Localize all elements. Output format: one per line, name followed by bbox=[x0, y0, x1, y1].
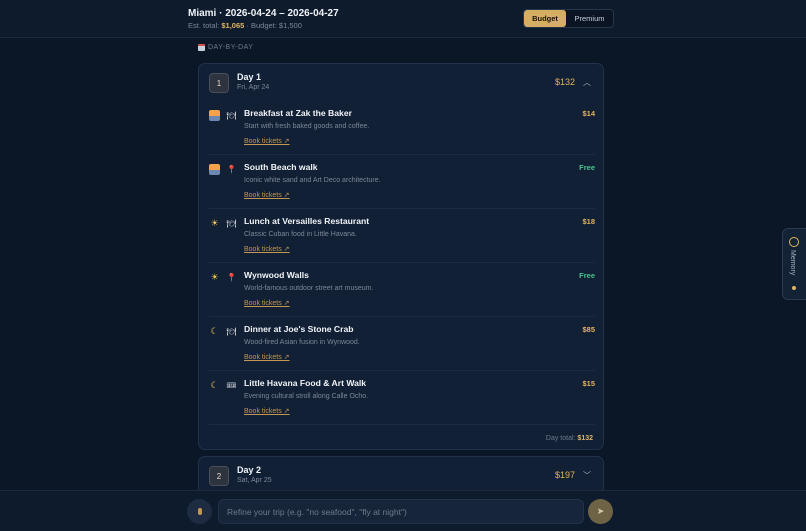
chevron-down-icon[interactable]: ﹀ bbox=[583, 470, 591, 481]
trip-summary: Est. total: $1,065 · Budget: $1,500 bbox=[188, 21, 302, 30]
activity-item: ☀ 📍 Wynwood Walls World-famous outdoor s… bbox=[209, 263, 595, 317]
book-tickets-link[interactable]: Book tickets ↗ bbox=[244, 137, 290, 145]
day-cost: $132 bbox=[554, 77, 575, 87]
book-tickets-link[interactable]: Book tickets ↗ bbox=[244, 245, 290, 253]
premium-option[interactable]: Premium bbox=[566, 10, 613, 27]
ticket-icon: 🎟 bbox=[226, 381, 237, 390]
book-tickets-link[interactable]: Book tickets ↗ bbox=[244, 407, 290, 415]
trip-title: Miami · 2026-04-24 – 2026-04-27 bbox=[188, 8, 339, 19]
calendar-icon bbox=[198, 44, 205, 51]
day-date: Fri, Apr 24 bbox=[237, 84, 270, 91]
activity-item: ☾ 🍽 Dinner at Joe's Stone Crab Wood-fire… bbox=[209, 317, 595, 371]
send-icon: ➤ bbox=[596, 506, 605, 516]
top-bar: Miami · 2026-04-24 – 2026-04-27 Est. tot… bbox=[0, 0, 806, 38]
memory-icon bbox=[789, 237, 799, 247]
dining-icon: 🍽 bbox=[226, 219, 237, 228]
activity-description: Evening cultural stroll along Calle Ocho… bbox=[244, 393, 369, 400]
activity-description: World-famous outdoor street art museum. bbox=[244, 285, 374, 292]
activity-price: $18 bbox=[582, 217, 595, 226]
activity-title: Dinner at Joe's Stone Crab bbox=[244, 324, 354, 334]
book-tickets-link[interactable]: Book tickets ↗ bbox=[244, 353, 290, 361]
activity-description: Iconic white sand and Art Deco architect… bbox=[244, 177, 381, 184]
activity-title: Breakfast at Zak the Baker bbox=[244, 108, 352, 118]
day-number-badge: 1 bbox=[209, 73, 229, 93]
pin-icon: 📍 bbox=[226, 273, 237, 282]
memory-label: Memory bbox=[789, 250, 796, 276]
sunrise-icon bbox=[209, 110, 220, 121]
activity-item: 🍽 Breakfast at Zak the Baker Start with … bbox=[209, 101, 595, 155]
microphone-icon bbox=[197, 508, 202, 515]
day-total: Day total: $132 bbox=[546, 435, 593, 442]
status-dot-icon bbox=[792, 286, 796, 290]
refine-trip-input[interactable] bbox=[218, 499, 584, 524]
budget-premium-toggle[interactable]: Budget Premium bbox=[523, 9, 614, 28]
section-label: DAY-BY-DAY bbox=[198, 44, 253, 51]
bottom-bar: ➤ bbox=[0, 490, 806, 531]
activity-description: Wood-fired Asian fusion in Wynwood. bbox=[244, 339, 360, 346]
budget-label: · Budget: $1,500 bbox=[246, 21, 302, 30]
activity-price: Free bbox=[579, 271, 595, 280]
pin-icon: 📍 bbox=[226, 165, 237, 174]
activity-title: Lunch at Versailles Restaurant bbox=[244, 216, 370, 226]
sun-icon: ☀ bbox=[210, 218, 219, 228]
activity-price: $14 bbox=[582, 109, 595, 118]
sunrise-icon bbox=[209, 164, 220, 175]
memory-tab[interactable]: Memory bbox=[782, 228, 806, 300]
day-total-value: $132 bbox=[577, 435, 593, 442]
activity-price: $15 bbox=[582, 379, 595, 388]
activity-price: Free bbox=[579, 163, 595, 172]
section-label-text: DAY-BY-DAY bbox=[208, 44, 254, 51]
sun-icon: ☀ bbox=[210, 272, 219, 282]
day-number-badge: 2 bbox=[209, 466, 229, 486]
budget-option[interactable]: Budget bbox=[524, 10, 566, 27]
activity-description: Classic Cuban food in Little Havana. bbox=[244, 231, 357, 238]
activity-item: ☀ 🍽 Lunch at Versailles Restaurant Class… bbox=[209, 209, 595, 263]
activity-item: 📍 South Beach walk Iconic white sand and… bbox=[209, 155, 595, 209]
dining-icon: 🍽 bbox=[226, 111, 237, 120]
day-card-1: 1 Day 1 Fri, Apr 24 $132 ︿ 🍽 Breakfast a… bbox=[198, 63, 604, 450]
day-name: Day 2 bbox=[237, 465, 262, 475]
activity-price: $85 bbox=[582, 325, 595, 334]
est-total-value: $1,065 bbox=[221, 21, 245, 30]
activity-title: Little Havana Food & Art Walk bbox=[244, 378, 367, 388]
activity-item: ☾ 🎟 Little Havana Food & Art Walk Evenin… bbox=[209, 371, 595, 425]
book-tickets-link[interactable]: Book tickets ↗ bbox=[244, 191, 290, 199]
activity-title: South Beach walk bbox=[244, 162, 318, 172]
est-total-label: Est. total: bbox=[188, 21, 220, 30]
send-button[interactable]: ➤ bbox=[588, 499, 613, 524]
book-tickets-link[interactable]: Book tickets ↗ bbox=[244, 299, 290, 307]
day-date: Sat, Apr 25 bbox=[237, 477, 272, 484]
moon-icon: ☾ bbox=[210, 326, 219, 336]
chevron-up-icon[interactable]: ︿ bbox=[583, 77, 591, 88]
moon-icon: ☾ bbox=[210, 380, 219, 390]
day-name: Day 1 bbox=[237, 72, 262, 82]
mic-button[interactable] bbox=[187, 499, 212, 524]
day-cost: $197 bbox=[554, 470, 575, 480]
dining-icon: 🍽 bbox=[226, 327, 237, 336]
activity-title: Wynwood Walls bbox=[244, 270, 309, 280]
activity-description: Start with fresh baked goods and coffee. bbox=[244, 123, 370, 130]
day-total-label: Day total: bbox=[545, 435, 576, 442]
